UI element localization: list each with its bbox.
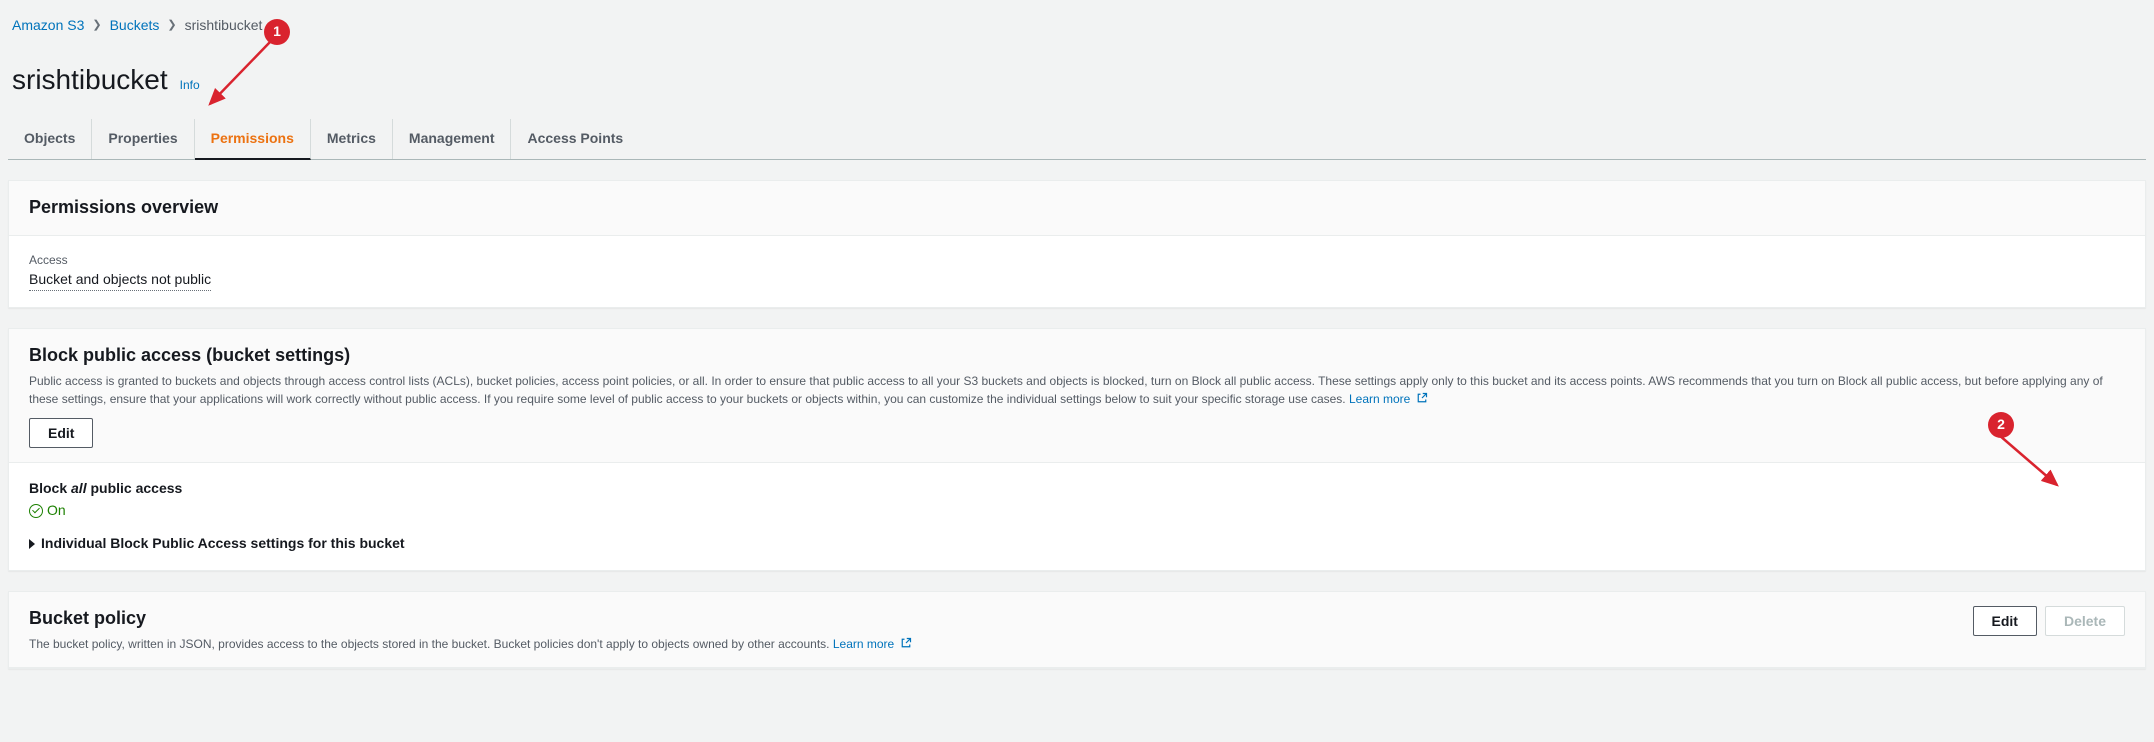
tab-management[interactable]: Management xyxy=(393,119,512,160)
tab-properties[interactable]: Properties xyxy=(92,119,194,160)
bucket-policy-desc: The bucket policy, written in JSON, prov… xyxy=(29,635,1957,653)
block-public-access-panel: Block public access (bucket settings) Pu… xyxy=(8,328,2146,571)
external-link-icon xyxy=(1416,391,1428,403)
permissions-overview-panel: Permissions overview Access Bucket and o… xyxy=(8,180,2146,308)
permissions-overview-title: Permissions overview xyxy=(29,195,2125,220)
external-link-icon xyxy=(900,636,912,648)
learn-more-link[interactable]: Learn more xyxy=(1349,392,1428,406)
block-public-title: Block public access (bucket settings) xyxy=(29,343,2125,368)
breadcrumb-buckets[interactable]: Buckets xyxy=(110,16,160,36)
page-title-row: srishtibucket Info xyxy=(0,42,2154,109)
chevron-right-icon: ❯ xyxy=(92,18,101,33)
access-value: Bucket and objects not public xyxy=(29,270,211,291)
tab-access-points[interactable]: Access Points xyxy=(511,119,639,160)
block-all-label: Block all public access xyxy=(29,479,2125,499)
page-title: srishtibucket xyxy=(12,60,168,99)
bucket-policy-panel: Bucket policy The bucket policy, written… xyxy=(8,591,2146,669)
breadcrumb-current: srishtibucket xyxy=(185,16,263,36)
access-label: Access xyxy=(29,252,2125,269)
expand-individual-settings[interactable]: Individual Block Public Access settings … xyxy=(29,534,2125,554)
caret-right-icon xyxy=(29,539,35,549)
check-circle-icon xyxy=(29,504,43,518)
edit-bucket-policy-button[interactable]: Edit xyxy=(1973,606,2037,636)
breadcrumb: Amazon S3 ❯ Buckets ❯ srishtibucket xyxy=(0,10,2154,42)
info-link[interactable]: Info xyxy=(180,77,200,94)
tab-objects[interactable]: Objects xyxy=(8,119,92,160)
bucket-policy-title: Bucket policy xyxy=(29,606,1957,631)
tabs: Objects Properties Permissions Metrics M… xyxy=(8,119,2146,161)
breadcrumb-root[interactable]: Amazon S3 xyxy=(12,16,84,36)
block-all-status: On xyxy=(29,501,66,521)
learn-more-link[interactable]: Learn more xyxy=(833,637,912,651)
delete-bucket-policy-button[interactable]: Delete xyxy=(2045,606,2125,636)
tab-permissions[interactable]: Permissions xyxy=(195,119,311,161)
chevron-right-icon: ❯ xyxy=(167,18,176,33)
block-public-desc: Public access is granted to buckets and … xyxy=(29,372,2125,408)
edit-block-public-button[interactable]: Edit xyxy=(29,418,93,448)
tab-metrics[interactable]: Metrics xyxy=(311,119,393,160)
